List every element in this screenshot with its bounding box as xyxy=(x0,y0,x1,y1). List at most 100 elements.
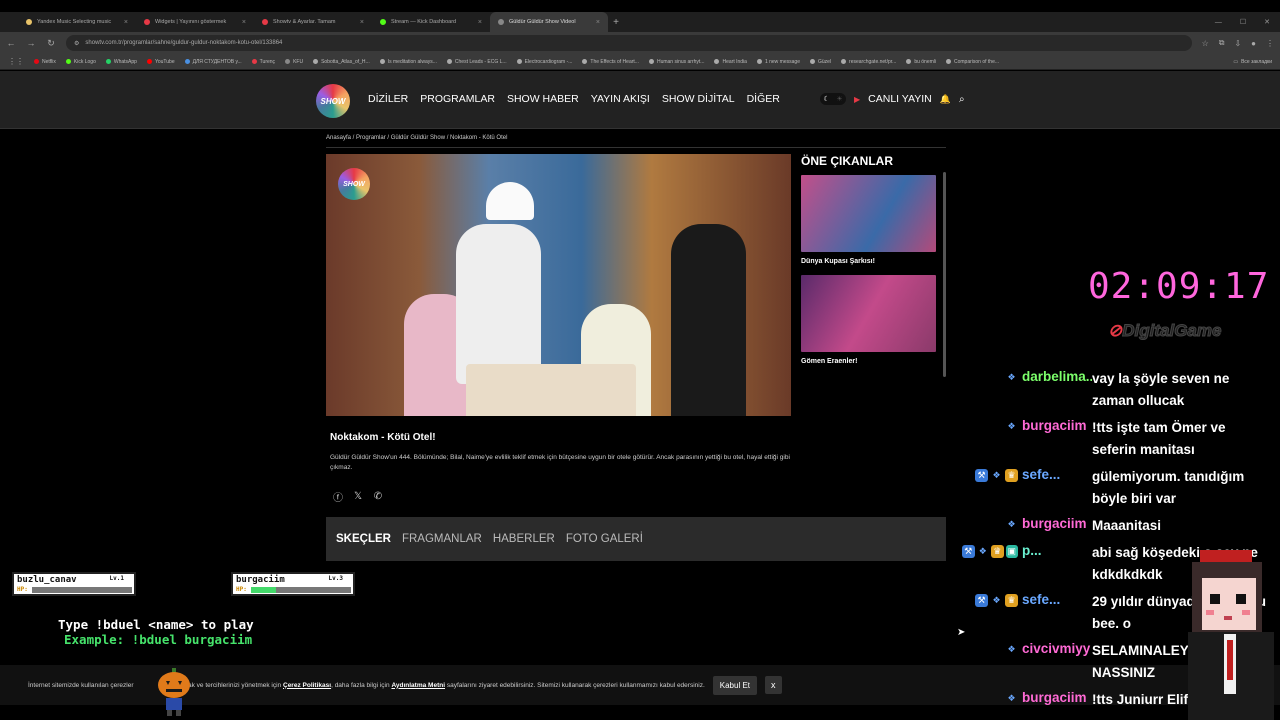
breadcrumb[interactable]: Anasayfa / Programlar / Güldür Güldür Sh… xyxy=(326,135,507,141)
browser-tab[interactable]: Güldür Güldür Show Videol × xyxy=(490,12,608,32)
featured-caption[interactable]: Dünya Kupası Şarkısı! xyxy=(801,258,946,265)
bookmark-item[interactable]: The Effects of Heart... xyxy=(582,59,639,65)
tab-close-icon[interactable]: × xyxy=(360,19,364,26)
accept-cookies-button[interactable]: Kabul Et xyxy=(712,675,758,695)
bookmark-item[interactable]: Chest Leads - ECG L... xyxy=(446,59,507,65)
show-tv-logo[interactable]: SHOW xyxy=(316,84,350,118)
browser-tab[interactable]: Stream — Kick Dashboard × xyxy=(372,12,490,32)
bookmark-star-icon[interactable]: ☆ xyxy=(1202,39,1209,48)
nav-item[interactable]: PROGRAMLAR xyxy=(420,93,495,105)
close-cookie-button[interactable]: x xyxy=(765,676,782,694)
chat-username[interactable]: burgaciim xyxy=(1022,689,1092,711)
menu-icon[interactable]: ⋮ xyxy=(1266,39,1274,48)
all-bookmarks[interactable]: ▭ Все закладки xyxy=(1233,59,1272,65)
downloads-icon[interactable]: ⇩ xyxy=(1234,39,1241,48)
content-tab[interactable]: FOTO GALERİ xyxy=(566,533,643,545)
bookmark-item[interactable]: researchgate.net/pr... xyxy=(841,59,896,65)
apps-icon[interactable]: ⋮⋮ xyxy=(8,57,24,66)
video-scene-figure xyxy=(671,224,746,416)
bookmark-item[interactable]: WhatsApp xyxy=(105,59,137,65)
featured-caption[interactable]: Gömen Eraenler! xyxy=(801,358,946,365)
hp-label: HP: xyxy=(236,586,247,593)
bookmark-item[interactable]: Turenç xyxy=(251,59,275,65)
bookmark-item[interactable]: Heart India xyxy=(714,59,747,65)
maximize-icon[interactable]: ☐ xyxy=(1240,18,1246,26)
bookmark-item[interactable]: KFU xyxy=(285,59,303,65)
bookmark-item[interactable]: Human sinus arrhyt... xyxy=(648,59,704,65)
url-text: showtv.com.tr/programlar/sahne/guldur-gu… xyxy=(85,40,283,46)
new-tab-button[interactable]: + xyxy=(608,17,624,28)
minimize-icon[interactable]: — xyxy=(1215,19,1222,26)
nav-item[interactable]: SHOW DİJİTAL xyxy=(662,93,735,105)
browser-tab[interactable]: Widgets | Yayınını göstermek × xyxy=(136,12,254,32)
chat-username[interactable]: civcivmiyy xyxy=(1022,640,1092,684)
site-info-icon[interactable]: ⚙ xyxy=(74,40,79,47)
bookmark-favicon-icon xyxy=(946,59,951,64)
nav-item[interactable]: SHOW HABER xyxy=(507,93,579,105)
tab-close-icon[interactable]: × xyxy=(242,19,246,26)
privacy-notice-link[interactable]: Aydınlatma Metni xyxy=(391,682,445,689)
search-icon[interactable]: ⌕ xyxy=(959,94,965,105)
nav-item[interactable]: DİĞER xyxy=(747,93,780,105)
video-player[interactable]: SHOW xyxy=(326,154,791,416)
bookmark-item[interactable]: Netflix xyxy=(34,59,56,65)
featured-item[interactable]: Dünya Kupası Şarkısı! xyxy=(801,175,946,265)
chat-message: ❖ burgaciim !tts işte tam Ömer ve seferin … xyxy=(962,417,1272,461)
bookmark-label: 1 new message xyxy=(764,58,800,65)
featured-thumbnail[interactable] xyxy=(801,275,936,352)
video-title: Noktakom - Kötü Otel! xyxy=(330,432,436,443)
chat-username[interactable]: darbelima... xyxy=(1022,368,1092,412)
tab-close-icon[interactable]: × xyxy=(596,19,600,26)
sponsor-mark-icon: ⊘ xyxy=(1108,321,1123,340)
browser-tab[interactable]: Showtv & Ayarlar. Tamam × xyxy=(254,12,372,32)
bookmark-item[interactable]: ДЛЯ СТУДЕНТОВ у... xyxy=(184,59,242,65)
extensions-icon[interactable]: ⧉ xyxy=(1219,38,1225,48)
player-name: burgaciim xyxy=(236,575,285,585)
bookmark-item[interactable]: Is meditation always... xyxy=(379,59,437,65)
chat-username[interactable]: burgaciim xyxy=(1022,515,1092,537)
back-icon[interactable]: ← xyxy=(6,38,16,48)
tab-close-icon[interactable]: × xyxy=(478,19,482,26)
x-icon[interactable]: 𝕏 xyxy=(352,490,364,502)
chat-username[interactable]: sefe... xyxy=(1022,591,1092,635)
chat-username[interactable]: p... xyxy=(1022,542,1092,586)
cookie-text: almak ve tercihlerinizi yönetmek için xyxy=(177,681,282,689)
mod-badge-icon: ⚒ xyxy=(975,469,988,482)
url-input[interactable]: ⚙ showtv.com.tr/programlar/sahne/guldur-… xyxy=(66,35,1192,51)
profile-icon[interactable]: ● xyxy=(1251,39,1256,48)
bookmark-item[interactable]: Güzel xyxy=(809,59,831,65)
content-tab[interactable]: FRAGMANLAR xyxy=(402,533,482,545)
reload-icon[interactable]: ↻ xyxy=(46,38,56,49)
chat-username[interactable]: burgaciim xyxy=(1022,417,1092,461)
live-button[interactable]: CANLI YAYIN xyxy=(868,93,932,105)
sidebar-scrollbar[interactable] xyxy=(943,172,946,377)
notification-icon[interactable]: 🔔 xyxy=(940,94,951,105)
featured-item[interactable]: Gömen Eraenler! xyxy=(801,275,946,365)
nav-item[interactable]: DİZİLER xyxy=(368,93,408,105)
bookmark-item[interactable]: Kick Logo xyxy=(65,59,96,65)
whatsapp-icon[interactable]: ✆ xyxy=(372,490,384,502)
content-tab[interactable]: SKEÇLER xyxy=(336,533,391,545)
bookmark-item[interactable]: 1 new message xyxy=(756,58,800,65)
facebook-icon[interactable]: ⓕ xyxy=(332,490,344,504)
chat-username[interactable]: sefe... xyxy=(1022,466,1092,510)
featured-thumbnail[interactable] xyxy=(801,175,936,252)
bookmark-item[interactable]: bu önemli xyxy=(906,59,936,65)
hp-bar xyxy=(32,587,132,593)
bookmark-item[interactable]: Comparison of the... xyxy=(946,59,999,65)
chat-text: vay la şöyle seven ne zaman ollucak xyxy=(1092,371,1230,408)
tab-close-icon[interactable]: × xyxy=(124,19,128,26)
bookmark-item[interactable]: Sobotta_Atlas_of_H... xyxy=(313,59,370,65)
nav-item[interactable]: YAYIN AKIŞI xyxy=(591,93,650,105)
video-scene-figure xyxy=(486,182,534,220)
browser-tab[interactable]: Yandex Music Selecting music × xyxy=(18,12,136,32)
close-window-icon[interactable]: ✕ xyxy=(1264,18,1270,26)
cookie-policy-link[interactable]: Çerez Politikası xyxy=(283,682,331,689)
bookmark-item[interactable]: YouTube xyxy=(146,59,175,65)
video-scene-figure xyxy=(456,224,541,384)
bookmark-item[interactable]: Electrocardiogram -... xyxy=(516,59,572,65)
content-tab[interactable]: HABERLER xyxy=(493,533,555,545)
theme-toggle[interactable]: ☾ ☀ xyxy=(820,93,846,105)
site-header: SHOW DİZİLER PROGRAMLAR SHOW HABER YAYIN AK… xyxy=(0,71,1280,129)
forward-icon[interactable]: → xyxy=(26,38,36,48)
